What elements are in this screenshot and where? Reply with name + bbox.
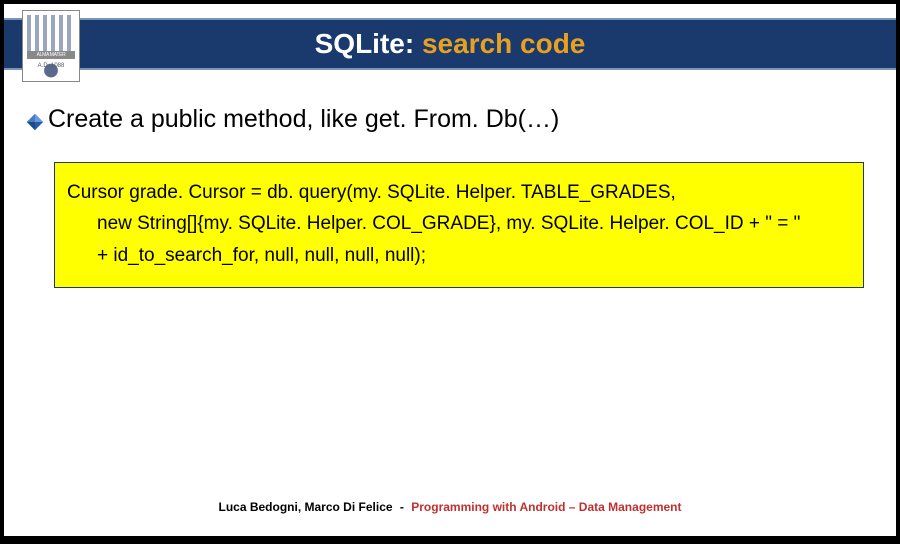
slide: ALMA MATER STUDIORUM A.D. 1088 SQLite: s… bbox=[4, 4, 896, 536]
footer-course: Programming with Android – Data Manageme… bbox=[411, 500, 681, 514]
diamond-bullet-icon bbox=[26, 113, 44, 131]
logo-year: A.D. 1088 bbox=[27, 63, 75, 77]
logo-towers bbox=[27, 15, 75, 51]
slide-title: SQLite: search code bbox=[315, 28, 586, 60]
title-bar: SQLite: search code bbox=[4, 18, 896, 70]
bullet-text: Create a public method, like get. From. … bbox=[48, 104, 559, 134]
footer-separator: - bbox=[400, 500, 404, 514]
code-line-1: Cursor grade. Cursor = db. query(my. SQL… bbox=[67, 182, 676, 203]
logo-motto: ALMA MATER STUDIORUM bbox=[27, 51, 75, 59]
logo-graphic: ALMA MATER STUDIORUM A.D. 1088 bbox=[23, 11, 79, 81]
university-logo: ALMA MATER STUDIORUM A.D. 1088 bbox=[22, 10, 80, 82]
title-text-plain: SQLite: bbox=[315, 28, 422, 59]
code-line-3: + id_to_search_for, null, null, null, nu… bbox=[67, 240, 853, 271]
footer-authors: Luca Bedogni, Marco Di Felice bbox=[219, 500, 393, 514]
code-line-2: new String[]{my. SQLite. Helper. COL_GRA… bbox=[67, 208, 853, 239]
title-text-accent: search code bbox=[422, 28, 585, 59]
bullet-item: Create a public method, like get. From. … bbox=[26, 104, 874, 134]
footer: Luca Bedogni, Marco Di Felice - Programm… bbox=[4, 500, 896, 514]
code-block: Cursor grade. Cursor = db. query(my. SQL… bbox=[54, 162, 864, 288]
